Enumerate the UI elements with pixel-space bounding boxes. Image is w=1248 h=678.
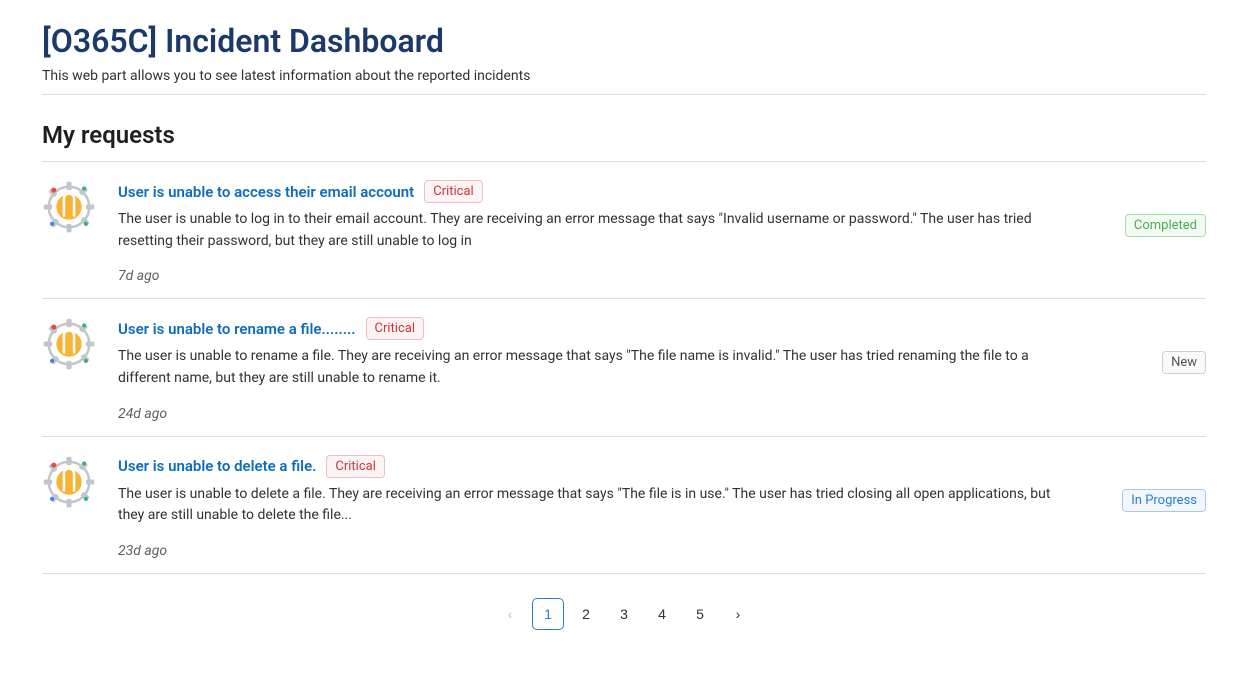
section-title: My requests: [42, 121, 1206, 149]
incident-status-col: In Progress: [1086, 455, 1206, 512]
page-number-button[interactable]: 3: [608, 598, 640, 630]
status-badge: In Progress: [1122, 489, 1206, 512]
incident-title-link[interactable]: User is unable to rename a file........: [118, 320, 356, 338]
pagination: ‹ 12345 ›: [42, 598, 1206, 630]
severity-badge: Critical: [424, 180, 482, 203]
incident-content: User is unable to access their email acc…: [102, 180, 1086, 284]
incident-status-col: New: [1086, 317, 1206, 374]
page-subtitle: This web part allows you to see latest i…: [42, 68, 1206, 84]
incident-content: User is unable to delete a file. Critical…: [102, 455, 1086, 559]
page-number-button[interactable]: 4: [646, 598, 678, 630]
page-number-button[interactable]: 1: [532, 598, 564, 630]
incident-status-col: Completed: [1086, 180, 1206, 237]
chevron-left-icon: ‹: [508, 606, 513, 622]
page-prev-button[interactable]: ‹: [494, 598, 526, 630]
page-next-button[interactable]: ›: [722, 598, 754, 630]
incident-description: The user is unable to delete a file. The…: [118, 484, 1076, 527]
incident-description: The user is unable to log in to their em…: [118, 209, 1076, 252]
gear-wrench-icon: [42, 317, 96, 371]
incident-content: User is unable to rename a file........ C…: [102, 317, 1086, 421]
incident-row: User is unable to access their email acc…: [42, 161, 1206, 298]
severity-badge: Critical: [366, 317, 424, 340]
incident-title-link[interactable]: User is unable to delete a file.: [118, 457, 316, 475]
incident-row: User is unable to rename a file........ C…: [42, 298, 1206, 435]
incident-icon-col: [42, 317, 102, 371]
gear-wrench-icon: [42, 455, 96, 509]
page-number-button[interactable]: 5: [684, 598, 716, 630]
incident-row: User is unable to delete a file. Critical…: [42, 436, 1206, 574]
status-badge: New: [1162, 351, 1206, 374]
incident-description: The user is unable to rename a file. The…: [118, 346, 1076, 389]
incident-time: 7d ago: [118, 268, 1076, 284]
incident-icon-col: [42, 455, 102, 509]
page-number-button[interactable]: 2: [570, 598, 602, 630]
chevron-right-icon: ›: [736, 606, 741, 622]
incident-time: 24d ago: [118, 406, 1076, 422]
divider: [42, 94, 1206, 95]
incident-icon-col: [42, 180, 102, 234]
status-badge: Completed: [1125, 214, 1206, 237]
gear-wrench-icon: [42, 180, 96, 234]
incident-list: User is unable to access their email acc…: [42, 161, 1206, 574]
severity-badge: Critical: [326, 455, 384, 478]
incident-time: 23d ago: [118, 543, 1076, 559]
page-title: [O365C] Incident Dashboard: [42, 22, 1206, 60]
incident-title-link[interactable]: User is unable to access their email acc…: [118, 183, 414, 201]
